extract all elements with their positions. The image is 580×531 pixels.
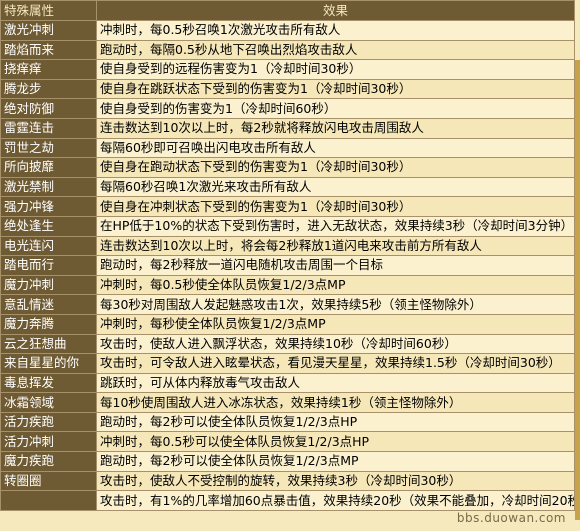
- table-row: 云之狂想曲 攻击时，使敌人进入飘浮状态，效果持续10秒（冷却时间60秒）: [0, 333, 575, 355]
- attribute-table-frame: 特殊属性 效果 激光冲刺 冲刺时，每0.5秒召唤1次激光攻击所有敌人 踏焰而来 跑动时…: [0, 0, 580, 531]
- attribute-name-cell: 电光连闪: [0, 235, 97, 257]
- attribute-name-cell: 转圈圈: [0, 470, 97, 492]
- header-effect: 效果: [96, 0, 575, 21]
- attribute-name-cell: 绝处逢生: [0, 215, 97, 237]
- table-body: 激光冲刺 冲刺时，每0.5秒召唤1次激光攻击所有敌人 踏焰而来 跑动时，每隔0.5秒从…: [0, 20, 575, 511]
- table-row: 魔力奔腾 冲刺时，每秒使全体队员恢复1/2/3点MP: [0, 313, 575, 335]
- attribute-name-cell: 踏电而行: [0, 255, 97, 276]
- attribute-name-cell: 激光禁制: [0, 176, 97, 198]
- attribute-effect-cell: 使自身在跑动状态下受到的伤害变为1（冷却时间30秒）: [96, 157, 575, 178]
- table-row: 激光禁制 每隔60秒召唤1次激光来攻击所有敌人: [0, 176, 575, 198]
- attribute-effect-cell: 每隔60秒召唤1次激光来攻击所有敌人: [96, 176, 575, 198]
- attribute-effect-cell: 冲刺时，每秒使全体队员恢复1/2/3点MP: [96, 313, 575, 335]
- table-row: 强力冲锋 使自身在冲刺状态下受到的伤害变为1（冷却时间30秒）: [0, 196, 575, 217]
- special-attribute-table: 特殊属性 效果 激光冲刺 冲刺时，每0.5秒召唤1次激光攻击所有敌人 踏焰而来 跑动时…: [0, 0, 575, 511]
- table-row: 冰霜领域 每10秒使周围敌人进入冰冻状态，效果持续1秒（领主怪物除外）: [0, 392, 575, 413]
- attribute-name-cell: 来自星星的你: [0, 353, 97, 374]
- table-row: 活力疾跑 跑动时，每2秒可以使全体队员恢复1/2/3点HP: [0, 411, 575, 433]
- attribute-name-cell: 魔力冲刺: [0, 274, 97, 296]
- attribute-effect-cell: 攻击时，使敌人进入飘浮状态，效果持续10秒（冷却时间60秒）: [96, 333, 575, 355]
- attribute-effect-cell: 每10秒使周围敌人进入冰冻状态，效果持续1秒（领主怪物除外）: [96, 392, 575, 413]
- table-row: 活力冲刺 冲刺时，每0.5秒可以使全体队员恢复1/2/3点HP: [0, 431, 575, 453]
- table-row: 转圈圈 攻击时，使敌人不受控制的旋转，效果持续3秒（冷却时间30秒）: [0, 470, 575, 492]
- attribute-name-cell: 云之狂想曲: [0, 333, 97, 355]
- attribute-name-cell: 活力冲刺: [0, 431, 97, 453]
- table-row: 腾龙步 使自身在跳跃状态下受到的伤害变为1（冷却时间30秒）: [0, 78, 575, 100]
- attribute-name-cell: [0, 490, 97, 511]
- attribute-effect-cell: 使自身受到的伤害变为1（冷却时间60秒）: [96, 98, 575, 119]
- attribute-effect-cell: 在HP低于10%的状态下受到伤害时，进入无敌状态，效果持续3秒（冷却时间3分钟）: [96, 215, 575, 237]
- right-edge-decoration: [575, 60, 580, 520]
- attribute-name-cell: 意乱情迷: [0, 294, 97, 315]
- table-row: 绝处逢生 在HP低于10%的状态下受到伤害时，进入无敌状态，效果持续3秒（冷却时间…: [0, 215, 575, 237]
- attribute-name-cell: 腾龙步: [0, 78, 97, 100]
- attribute-name-cell: 激光冲刺: [0, 20, 97, 41]
- attribute-name-cell: 雷霆连击: [0, 117, 97, 139]
- table-row: 激光冲刺 冲刺时，每0.5秒召唤1次激光攻击所有敌人: [0, 20, 575, 41]
- table-row: 绝对防御 使自身受到的伤害变为1（冷却时间60秒）: [0, 98, 575, 119]
- attribute-name-cell: 毒息挥发: [0, 372, 97, 394]
- attribute-effect-cell: 跑动时，每隔0.5秒从地下召唤出烈焰攻击敌人: [96, 39, 575, 61]
- attribute-effect-cell: 使自身在冲刺状态下受到的伤害变为1（冷却时间30秒）: [96, 196, 575, 217]
- attribute-effect-cell: 攻击时，有1%的几率增加60点暴击值，效果持续20秒（效果不能叠加，冷却时间20…: [96, 490, 575, 511]
- attribute-effect-cell: 冲刺时，每0.5秒召唤1次激光攻击所有敌人: [96, 20, 575, 41]
- attribute-effect-cell: 连击数达到10次以上时，每2秒就将释放闪电攻击周围敌人: [96, 117, 575, 139]
- table-row: 魔力冲刺 冲刺时，每0.5秒使全体队员恢复1/2/3点MP: [0, 274, 575, 296]
- table-header-row: 特殊属性 效果: [0, 0, 575, 21]
- attribute-name-cell: 罚世之劫: [0, 137, 97, 159]
- attribute-effect-cell: 每30秒对周围敌人发起魅惑攻击1次，效果持续5秒（领主怪物除外）: [96, 294, 575, 315]
- attribute-name-cell: 冰霜领域: [0, 392, 97, 413]
- attribute-effect-cell: 使自身在跳跃状态下受到的伤害变为1（冷却时间30秒）: [96, 78, 575, 100]
- watermark-text: bbs.duowan.com: [456, 511, 566, 525]
- table-row: 魔力疾跑 跑动时，每2秒可以使全体队员恢复1/2/3点MP: [0, 451, 575, 472]
- attribute-effect-cell: 跑动时，每2秒释放一道闪电随机攻击周围一个目标: [96, 255, 575, 276]
- attribute-name-cell: 魔力奔腾: [0, 313, 97, 335]
- attribute-effect-cell: 跳跃时，可从体内释放毒气攻击敌人: [96, 372, 575, 394]
- table-row: 来自星星的你 攻击时，可令敌人进入眩晕状态，看见漫天星星，效果持续1.5秒（冷却时…: [0, 353, 575, 374]
- attribute-effect-cell: 攻击时，可令敌人进入眩晕状态，看见漫天星星，效果持续1.5秒（冷却时间30秒）: [96, 353, 575, 374]
- attribute-name-cell: 绝对防御: [0, 98, 97, 119]
- attribute-name-cell: 魔力疾跑: [0, 451, 97, 472]
- attribute-effect-cell: 冲刺时，每0.5秒使全体队员恢复1/2/3点MP: [96, 274, 575, 296]
- table-row: 罚世之劫 每隔60秒即可召唤出闪电攻击所有敌人: [0, 137, 575, 159]
- attribute-effect-cell: 跑动时，每2秒可以使全体队员恢复1/2/3点MP: [96, 451, 575, 472]
- table-row: 踏焰而来 跑动时，每隔0.5秒从地下召唤出烈焰攻击敌人: [0, 39, 575, 61]
- attribute-name-cell: 所向披靡: [0, 157, 97, 178]
- table-row: 所向披靡 使自身在跑动状态下受到的伤害变为1（冷却时间30秒）: [0, 157, 575, 178]
- table-row: 踏电而行 跑动时，每2秒释放一道闪电随机攻击周围一个目标: [0, 255, 575, 276]
- attribute-effect-cell: 跑动时，每2秒可以使全体队员恢复1/2/3点HP: [96, 411, 575, 433]
- attribute-name-cell: 活力疾跑: [0, 411, 97, 433]
- table-row: 电光连闪 连击数达到10次以上时，将会每2秒释放1道闪电来攻击前方所有敌人: [0, 235, 575, 257]
- header-attribute: 特殊属性: [0, 0, 97, 21]
- attribute-effect-cell: 攻击时，使敌人不受控制的旋转，效果持续3秒（冷却时间30秒）: [96, 470, 575, 492]
- attribute-effect-cell: 连击数达到10次以上时，将会每2秒释放1道闪电来攻击前方所有敌人: [96, 235, 575, 257]
- attribute-effect-cell: 冲刺时，每0.5秒可以使全体队员恢复1/2/3点HP: [96, 431, 575, 453]
- table-row: 雷霆连击 连击数达到10次以上时，每2秒就将释放闪电攻击周围敌人: [0, 117, 575, 139]
- table-row: 意乱情迷 每30秒对周围敌人发起魅惑攻击1次，效果持续5秒（领主怪物除外）: [0, 294, 575, 315]
- table-row: 挠痒痒 使自身受到的远程伤害变为1（冷却时间30秒）: [0, 59, 575, 80]
- attribute-effect-cell: 每隔60秒即可召唤出闪电攻击所有敌人: [96, 137, 575, 159]
- attribute-name-cell: 踏焰而来: [0, 39, 97, 61]
- attribute-name-cell: 挠痒痒: [0, 59, 97, 80]
- attribute-name-cell: 强力冲锋: [0, 196, 97, 217]
- table-row: 毒息挥发 跳跃时，可从体内释放毒气攻击敌人: [0, 372, 575, 394]
- table-row: 攻击时，有1%的几率增加60点暴击值，效果持续20秒（效果不能叠加，冷却时间20…: [0, 490, 575, 511]
- attribute-effect-cell: 使自身受到的远程伤害变为1（冷却时间30秒）: [96, 59, 575, 80]
